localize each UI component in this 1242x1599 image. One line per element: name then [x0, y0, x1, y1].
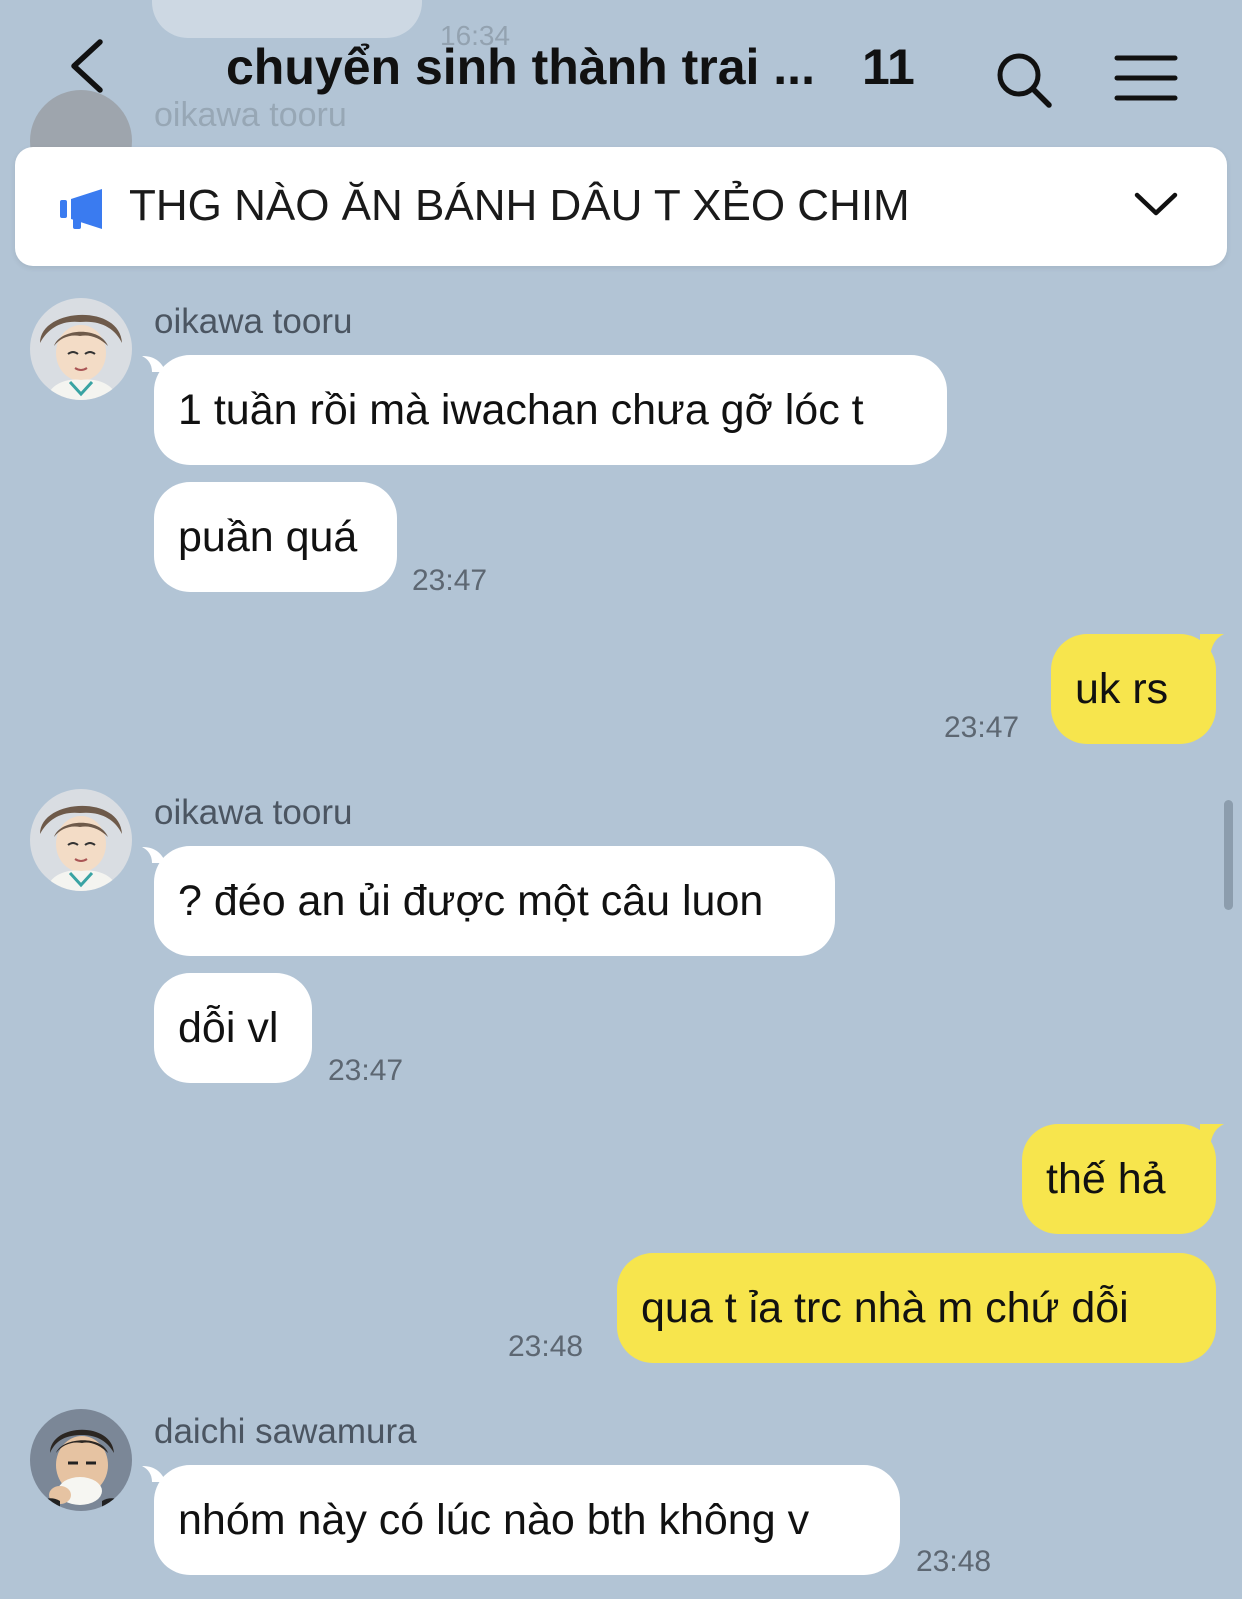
avatar[interactable] — [30, 1409, 132, 1511]
menu-icon[interactable] — [1114, 52, 1178, 104]
message-bubble[interactable]: nhóm này có lúc nào bth không v — [154, 1465, 900, 1575]
sender-name: oikawa tooru — [154, 302, 353, 341]
message-bubble[interactable]: dỗi vl — [154, 973, 312, 1083]
message-time: 23:47 — [412, 564, 488, 597]
avatar[interactable] — [30, 789, 132, 891]
message-bubble[interactable]: qua t ỉa trc nhà m chứ dỗi — [617, 1253, 1216, 1363]
bubble-tail — [1200, 634, 1224, 656]
message-bubble[interactable]: puần quá — [154, 482, 397, 592]
message-time: 23:48 — [916, 1545, 992, 1578]
message-bubble[interactable]: thế hả — [1022, 1124, 1216, 1234]
chat-header: chuyển sinh thành trai ... 11 — [0, 0, 1242, 140]
message-bubble[interactable]: uk rs — [1051, 634, 1216, 744]
scrollbar[interactable] — [1224, 800, 1233, 910]
search-icon[interactable] — [994, 50, 1054, 110]
back-arrow-icon[interactable] — [64, 36, 120, 96]
megaphone-icon — [59, 187, 105, 231]
member-count: 11 — [862, 39, 915, 95]
chat-title[interactable]: chuyển sinh thành trai ... — [226, 38, 815, 96]
message-time: 23:47 — [944, 711, 1020, 744]
sender-name: oikawa tooru — [154, 793, 353, 832]
chevron-down-icon[interactable] — [1133, 189, 1179, 219]
message-bubble[interactable]: ? đéo an ủi được một câu luon — [154, 846, 835, 956]
pinned-notice[interactable]: THG NÀO ĂN BÁNH DÂU T XẺO CHIM — [15, 147, 1227, 266]
bubble-tail — [1200, 1124, 1224, 1146]
message-time: 23:47 — [328, 1054, 404, 1087]
message-bubble[interactable]: 1 tuần rồi mà iwachan chưa gỡ lóc t — [154, 355, 947, 465]
sender-name: daichi sawamura — [154, 1412, 417, 1451]
notice-text: THG NÀO ĂN BÁNH DÂU T XẺO CHIM — [129, 181, 910, 230]
avatar[interactable] — [30, 298, 132, 400]
message-time: 23:48 — [508, 1330, 584, 1363]
